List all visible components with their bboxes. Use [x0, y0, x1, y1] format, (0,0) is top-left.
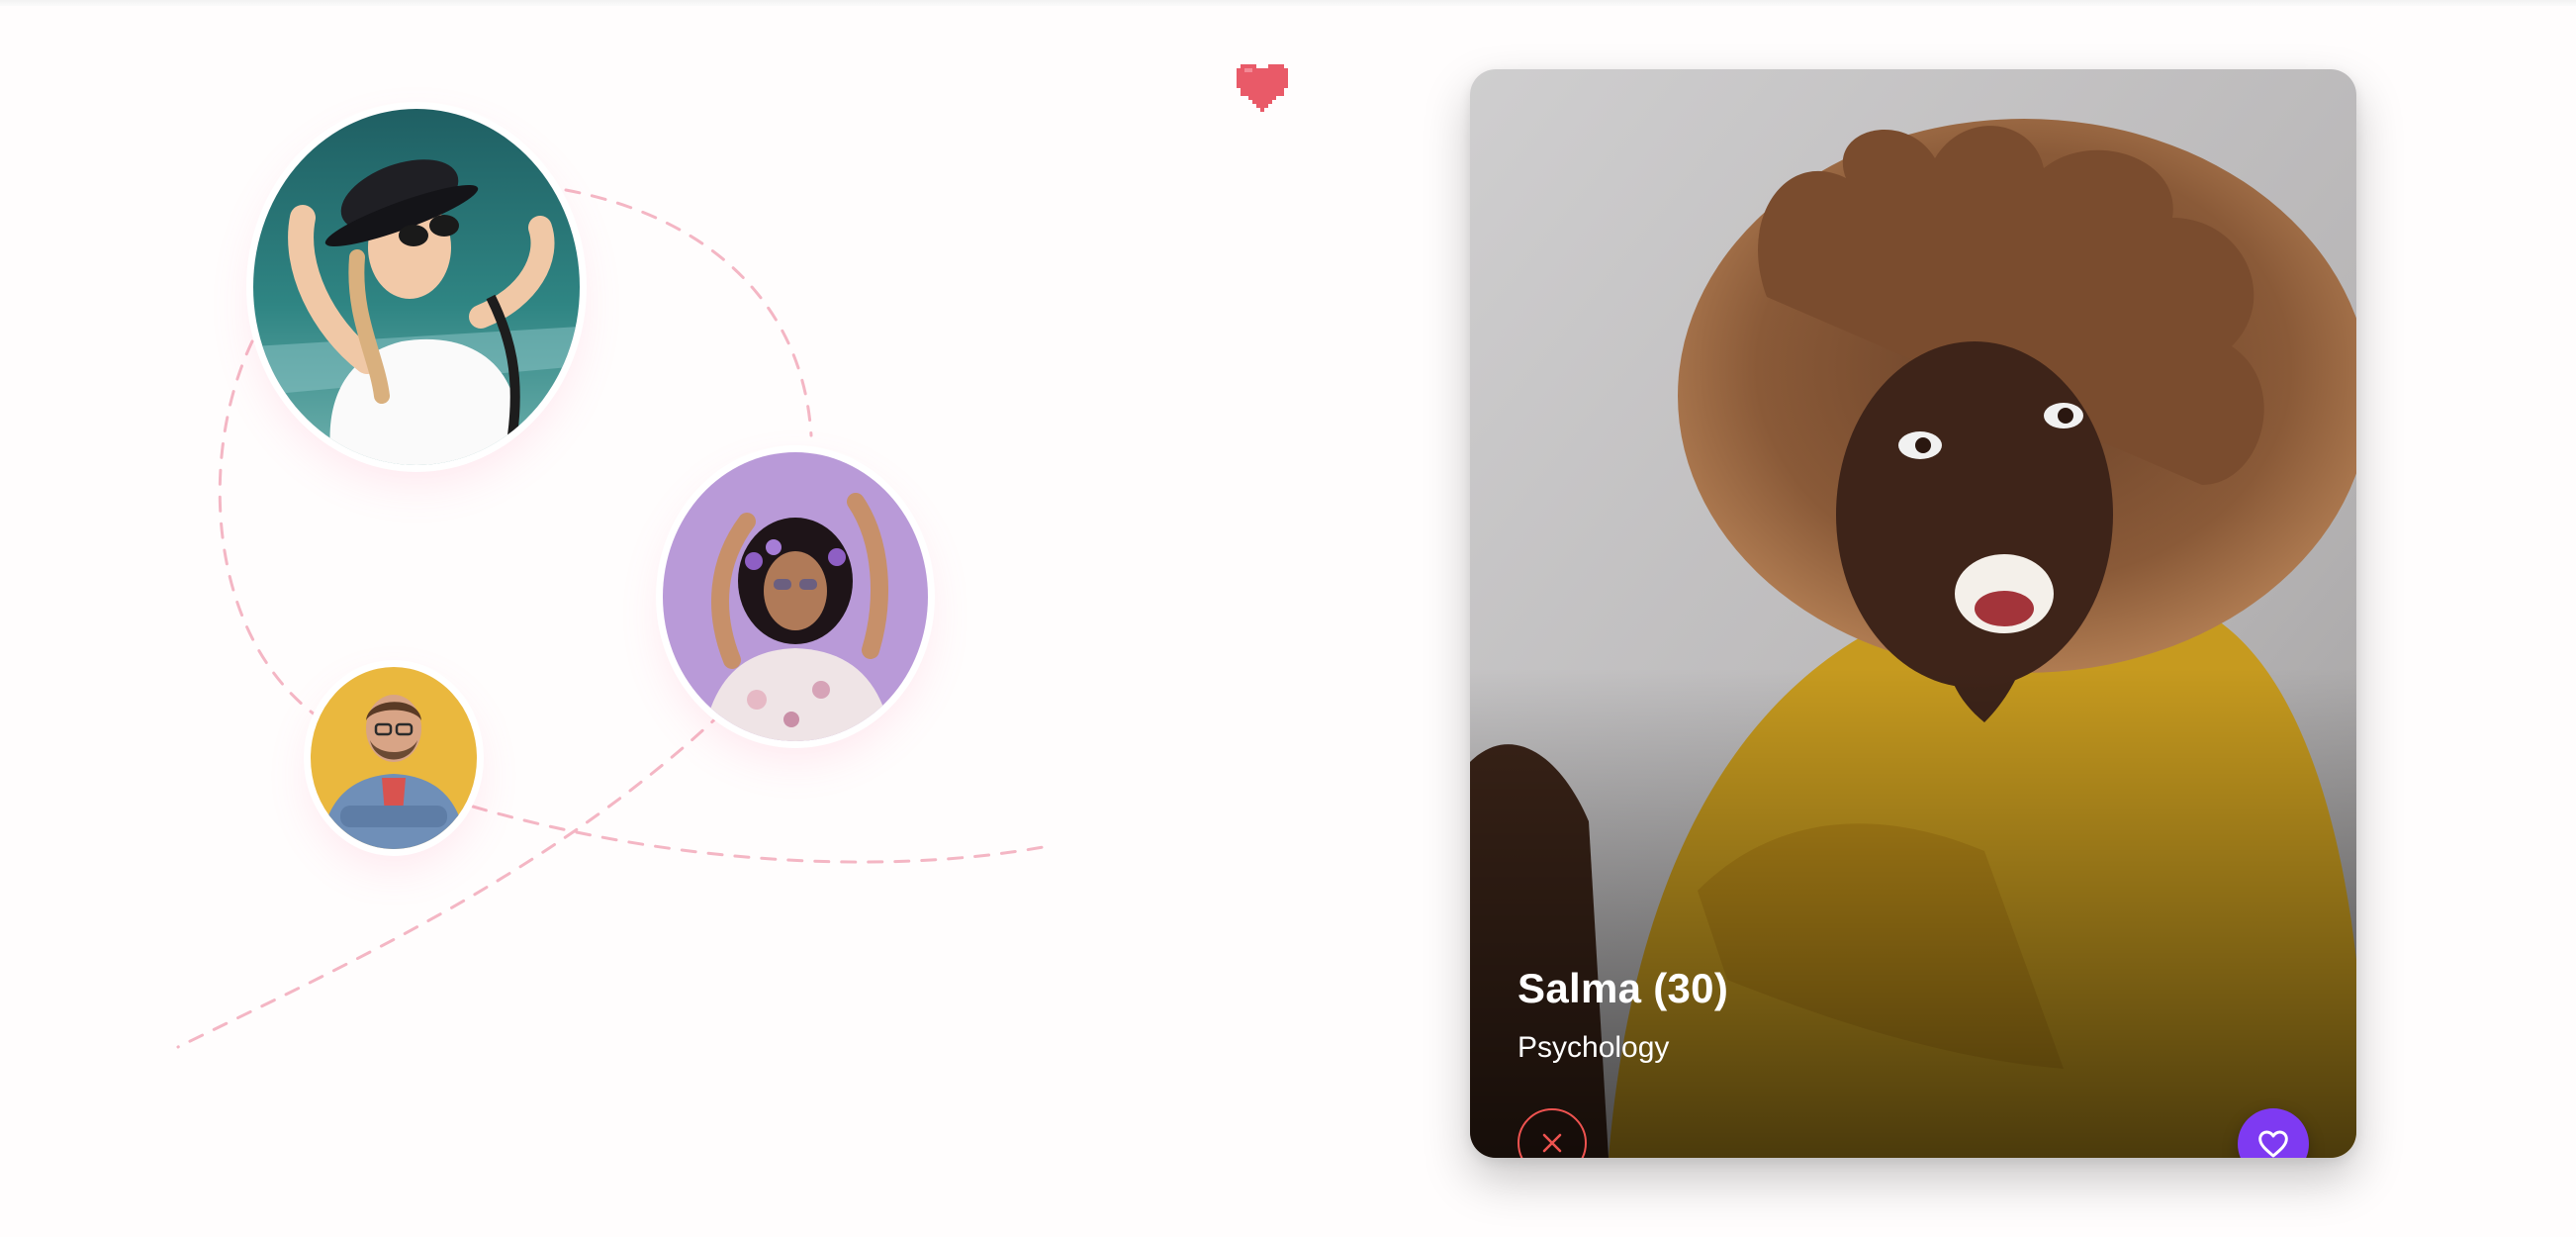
close-icon — [1542, 1133, 1562, 1153]
profile-name: Salma (30) — [1518, 965, 1729, 1011]
avatar-woman-flower-crown[interactable] — [663, 452, 928, 741]
avatar-photo — [311, 667, 477, 849]
profile-subtitle: Psychology — [1518, 1031, 1670, 1064]
avatar-woman-sunglasses[interactable] — [253, 109, 580, 465]
avatar-photo — [253, 109, 580, 465]
profile-card[interactable]: Salma (30) Psychology — [1470, 69, 2356, 1158]
avatar-photo — [663, 452, 928, 741]
heart-icon — [2258, 1130, 2288, 1158]
heart-icon — [1237, 64, 1288, 112]
avatar-man-denim-jacket[interactable] — [311, 667, 477, 849]
